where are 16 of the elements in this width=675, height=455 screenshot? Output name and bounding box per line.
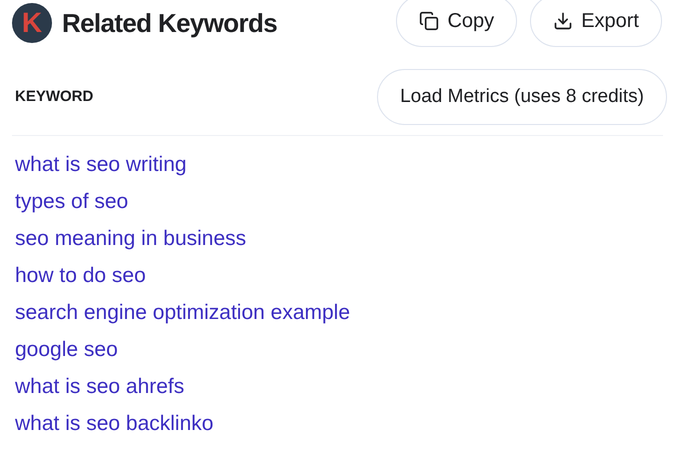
- page-title: Related Keywords: [62, 6, 278, 40]
- keyword-link[interactable]: search engine optimization example: [15, 297, 350, 329]
- keyword-link[interactable]: google seo: [15, 334, 118, 366]
- keyword-link[interactable]: what is seo ahrefs: [15, 371, 184, 403]
- export-button[interactable]: Export: [530, 0, 662, 47]
- keyword-link[interactable]: how to do seo: [15, 260, 146, 292]
- keyword-link[interactable]: what is seo writing: [15, 149, 187, 181]
- copy-button[interactable]: Copy: [396, 0, 518, 47]
- keyword-link[interactable]: types of seo: [15, 186, 128, 218]
- keyword-link[interactable]: what is seo backlinko: [15, 408, 214, 440]
- copy-icon: [419, 11, 440, 31]
- column-header: KEYWORD: [15, 86, 94, 107]
- keyword-link[interactable]: seo meaning in business: [15, 223, 246, 255]
- logo: K: [12, 3, 52, 43]
- load-metrics-button[interactable]: Load Metrics (uses 8 credits): [377, 69, 667, 125]
- download-icon: [553, 11, 574, 31]
